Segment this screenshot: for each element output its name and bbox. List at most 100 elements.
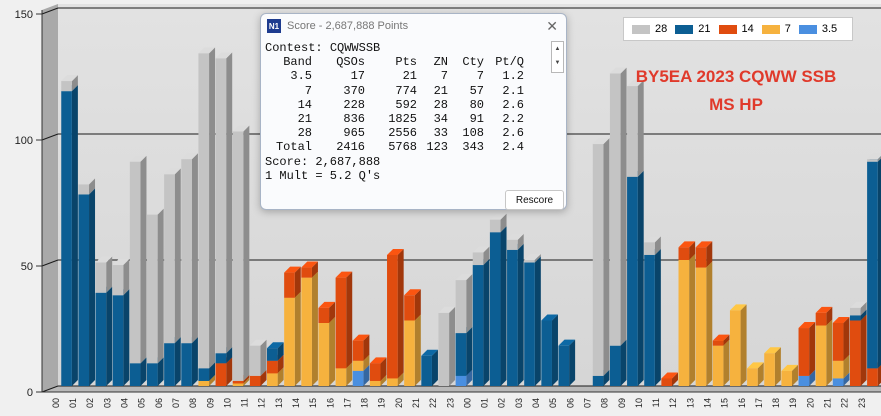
bar-side (140, 155, 147, 364)
close-icon[interactable]: ✕ (546, 18, 558, 35)
bar-front (112, 265, 124, 296)
bar-side (620, 67, 627, 346)
bar-side (174, 168, 181, 344)
bar-side (860, 314, 867, 386)
bar-side (123, 289, 130, 386)
contest-label: Contest: (265, 41, 323, 55)
bar-front (849, 320, 861, 386)
bar-side (706, 261, 713, 386)
bar-front (95, 292, 107, 386)
bar-front (352, 370, 364, 386)
bar-segment-21 (78, 188, 96, 386)
x-tick-label: 19 (788, 398, 798, 408)
bar-side (534, 256, 541, 386)
bar-front (507, 249, 518, 386)
bar-front (318, 323, 330, 386)
cell: 2556 (388, 126, 417, 141)
score-scrollbar[interactable]: ▲ ▼ (551, 41, 564, 73)
x-tick-label: 04 (531, 398, 541, 408)
bar-side (431, 349, 438, 386)
bar-segment-28 (164, 168, 181, 344)
bar-front (404, 320, 415, 386)
x-tick-label: 17 (754, 398, 764, 408)
col-header-band: Band (283, 55, 312, 70)
bar-side (449, 306, 456, 386)
cell: 2.6 (502, 126, 524, 141)
bar-side (466, 274, 473, 334)
bar-front (387, 378, 398, 386)
bar-segment-21 (455, 327, 473, 376)
table-row: 28 965 2556 33 108 2.6 (265, 126, 524, 140)
cell: 2.1 (502, 83, 524, 98)
bar-front (832, 360, 844, 379)
bar-segment-28 (232, 125, 250, 381)
score-dialog[interactable]: N1 Score - 2,687,888 Points ✕ Contest: C… (260, 13, 567, 210)
bar-front (489, 232, 501, 386)
x-tick-label: 16 (737, 398, 747, 408)
cell: 5768 (388, 140, 417, 155)
bar-front (267, 348, 278, 361)
bar-front (352, 360, 364, 371)
table-row: 7 370 774 21 57 2.1 (265, 84, 524, 98)
bar-front (249, 375, 261, 386)
bar-front (867, 159, 878, 162)
bar-side (123, 259, 130, 296)
rescore-button[interactable]: Rescore (505, 190, 564, 210)
bar-side (397, 248, 404, 379)
bar-front (815, 312, 827, 326)
bar-segment-28 (592, 138, 610, 376)
bar-front (369, 380, 381, 386)
cell: 21 (297, 112, 312, 127)
bar-side (500, 226, 507, 386)
bar-segment-28 (198, 47, 216, 369)
bar-segment-14 (284, 266, 301, 298)
bar-side (226, 52, 233, 354)
x-tick-label: 02 (497, 398, 507, 408)
y-tick-label: 150 (15, 9, 33, 21)
x-tick-label: 10 (222, 398, 232, 408)
scroll-down-icon[interactable]: ▼ (552, 56, 563, 70)
x-tick-label: 23 (445, 398, 455, 408)
bar-front (369, 363, 381, 381)
bar-front (78, 194, 90, 386)
bar-segment-28 (146, 208, 164, 364)
table-row: 21 836 1825 34 91 2.2 (265, 112, 524, 126)
bar-side (89, 188, 96, 386)
bar-side (209, 47, 216, 369)
bar-front (198, 368, 210, 381)
bar-side (809, 322, 816, 376)
y-tick-label: 100 (15, 135, 33, 147)
scroll-up-icon[interactable]: ▲ (552, 42, 563, 56)
bar-front (61, 91, 72, 386)
cell: 28 (433, 97, 448, 112)
cell: 3.5 (290, 69, 312, 84)
bar-front (181, 343, 192, 386)
x-tick-label: 10 (634, 398, 644, 408)
bar-segment-28 (112, 259, 130, 296)
bar-front (61, 81, 72, 92)
legend-item-21: 21 (675, 23, 711, 35)
bar-segment-21 (507, 243, 524, 386)
cell: 21 (402, 69, 417, 84)
x-tick-label: 00 (462, 398, 472, 408)
x-tick-label: 14 (291, 398, 301, 408)
cell: 33 (433, 126, 448, 141)
bar-front (267, 373, 278, 386)
table-row: 14 228 592 28 80 2.6 (265, 98, 524, 112)
x-tick-label: 01 (480, 398, 490, 408)
bar-segment-21 (164, 337, 181, 386)
bar-front (867, 368, 878, 386)
bar-front (609, 73, 621, 346)
x-tick-label: 05 (548, 398, 558, 408)
bar-front (232, 383, 244, 386)
bar-segment-28 (181, 153, 198, 344)
cell: 57 (469, 83, 484, 98)
mult-line: 1 Mult = 5.2 Q's (265, 168, 381, 183)
x-tick-label: 06 (154, 398, 164, 408)
x-tick-label: 15 (720, 398, 730, 408)
score-dialog-titlebar[interactable]: N1 Score - 2,687,888 Points ✕ (261, 14, 566, 38)
legend-swatch-21 (675, 24, 694, 34)
x-tick-label: 11 (651, 398, 661, 407)
cell: 7 (440, 69, 448, 84)
bar-front (678, 260, 690, 386)
